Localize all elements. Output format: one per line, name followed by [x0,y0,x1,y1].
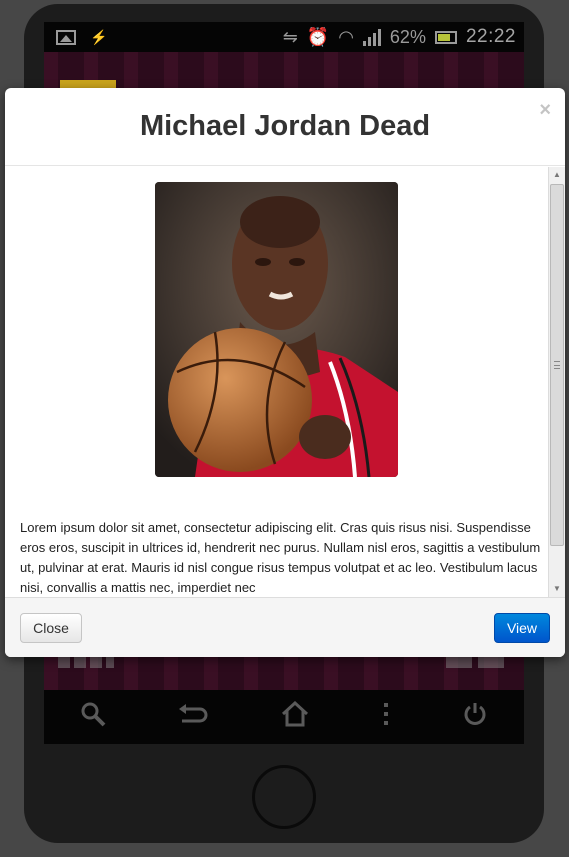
home-icon[interactable] [280,700,310,734]
status-bar: ⚡ ⇋ ⏰ ◠ 62% 22:22 [44,22,524,52]
signal-icon [362,28,381,46]
scroll-thumb[interactable] [550,184,564,546]
alarm-icon: ⏰ [306,26,330,47]
close-button[interactable]: Close [20,613,82,643]
vibrate-icon: ⇋ [282,26,298,47]
battery-icon [434,30,457,44]
scroll-down-arrow-icon[interactable]: ▼ [549,581,565,597]
navigation-bar [44,690,524,744]
hardware-home-button[interactable] [252,765,316,829]
modal-dialog: Michael Jordan Dead × Lorem ipsum dolor … [5,88,565,657]
modal-body-text: Lorem ipsum dolor sit amet, consectetur … [20,520,541,595]
power-icon[interactable] [462,701,488,734]
wifi-icon: ◠ [338,26,354,47]
search-icon[interactable] [80,701,106,734]
close-icon[interactable]: × [539,100,551,120]
back-icon[interactable] [178,703,208,732]
modal-title: Michael Jordan Dead [139,110,431,142]
modal-body: Lorem ipsum dolor sit amet, consectetur … [5,167,565,597]
scroll-up-arrow-icon[interactable]: ▲ [549,167,565,183]
player-photo-illustration [155,182,398,477]
modal-header: Michael Jordan Dead × [5,88,565,166]
image-icon [56,29,76,45]
usb-icon: ⚡ [90,28,108,45]
modal-scrollbar[interactable]: ▲ ▼ [548,167,565,597]
background-tab [60,80,116,88]
modal-footer: Close View [5,597,565,657]
battery-percent: 62% [389,26,426,47]
status-time: 22:22 [465,26,516,47]
view-button[interactable]: View [494,613,550,643]
player-photo [155,182,398,477]
scroll-grip-icon [554,361,560,369]
menu-icon[interactable] [382,702,390,733]
